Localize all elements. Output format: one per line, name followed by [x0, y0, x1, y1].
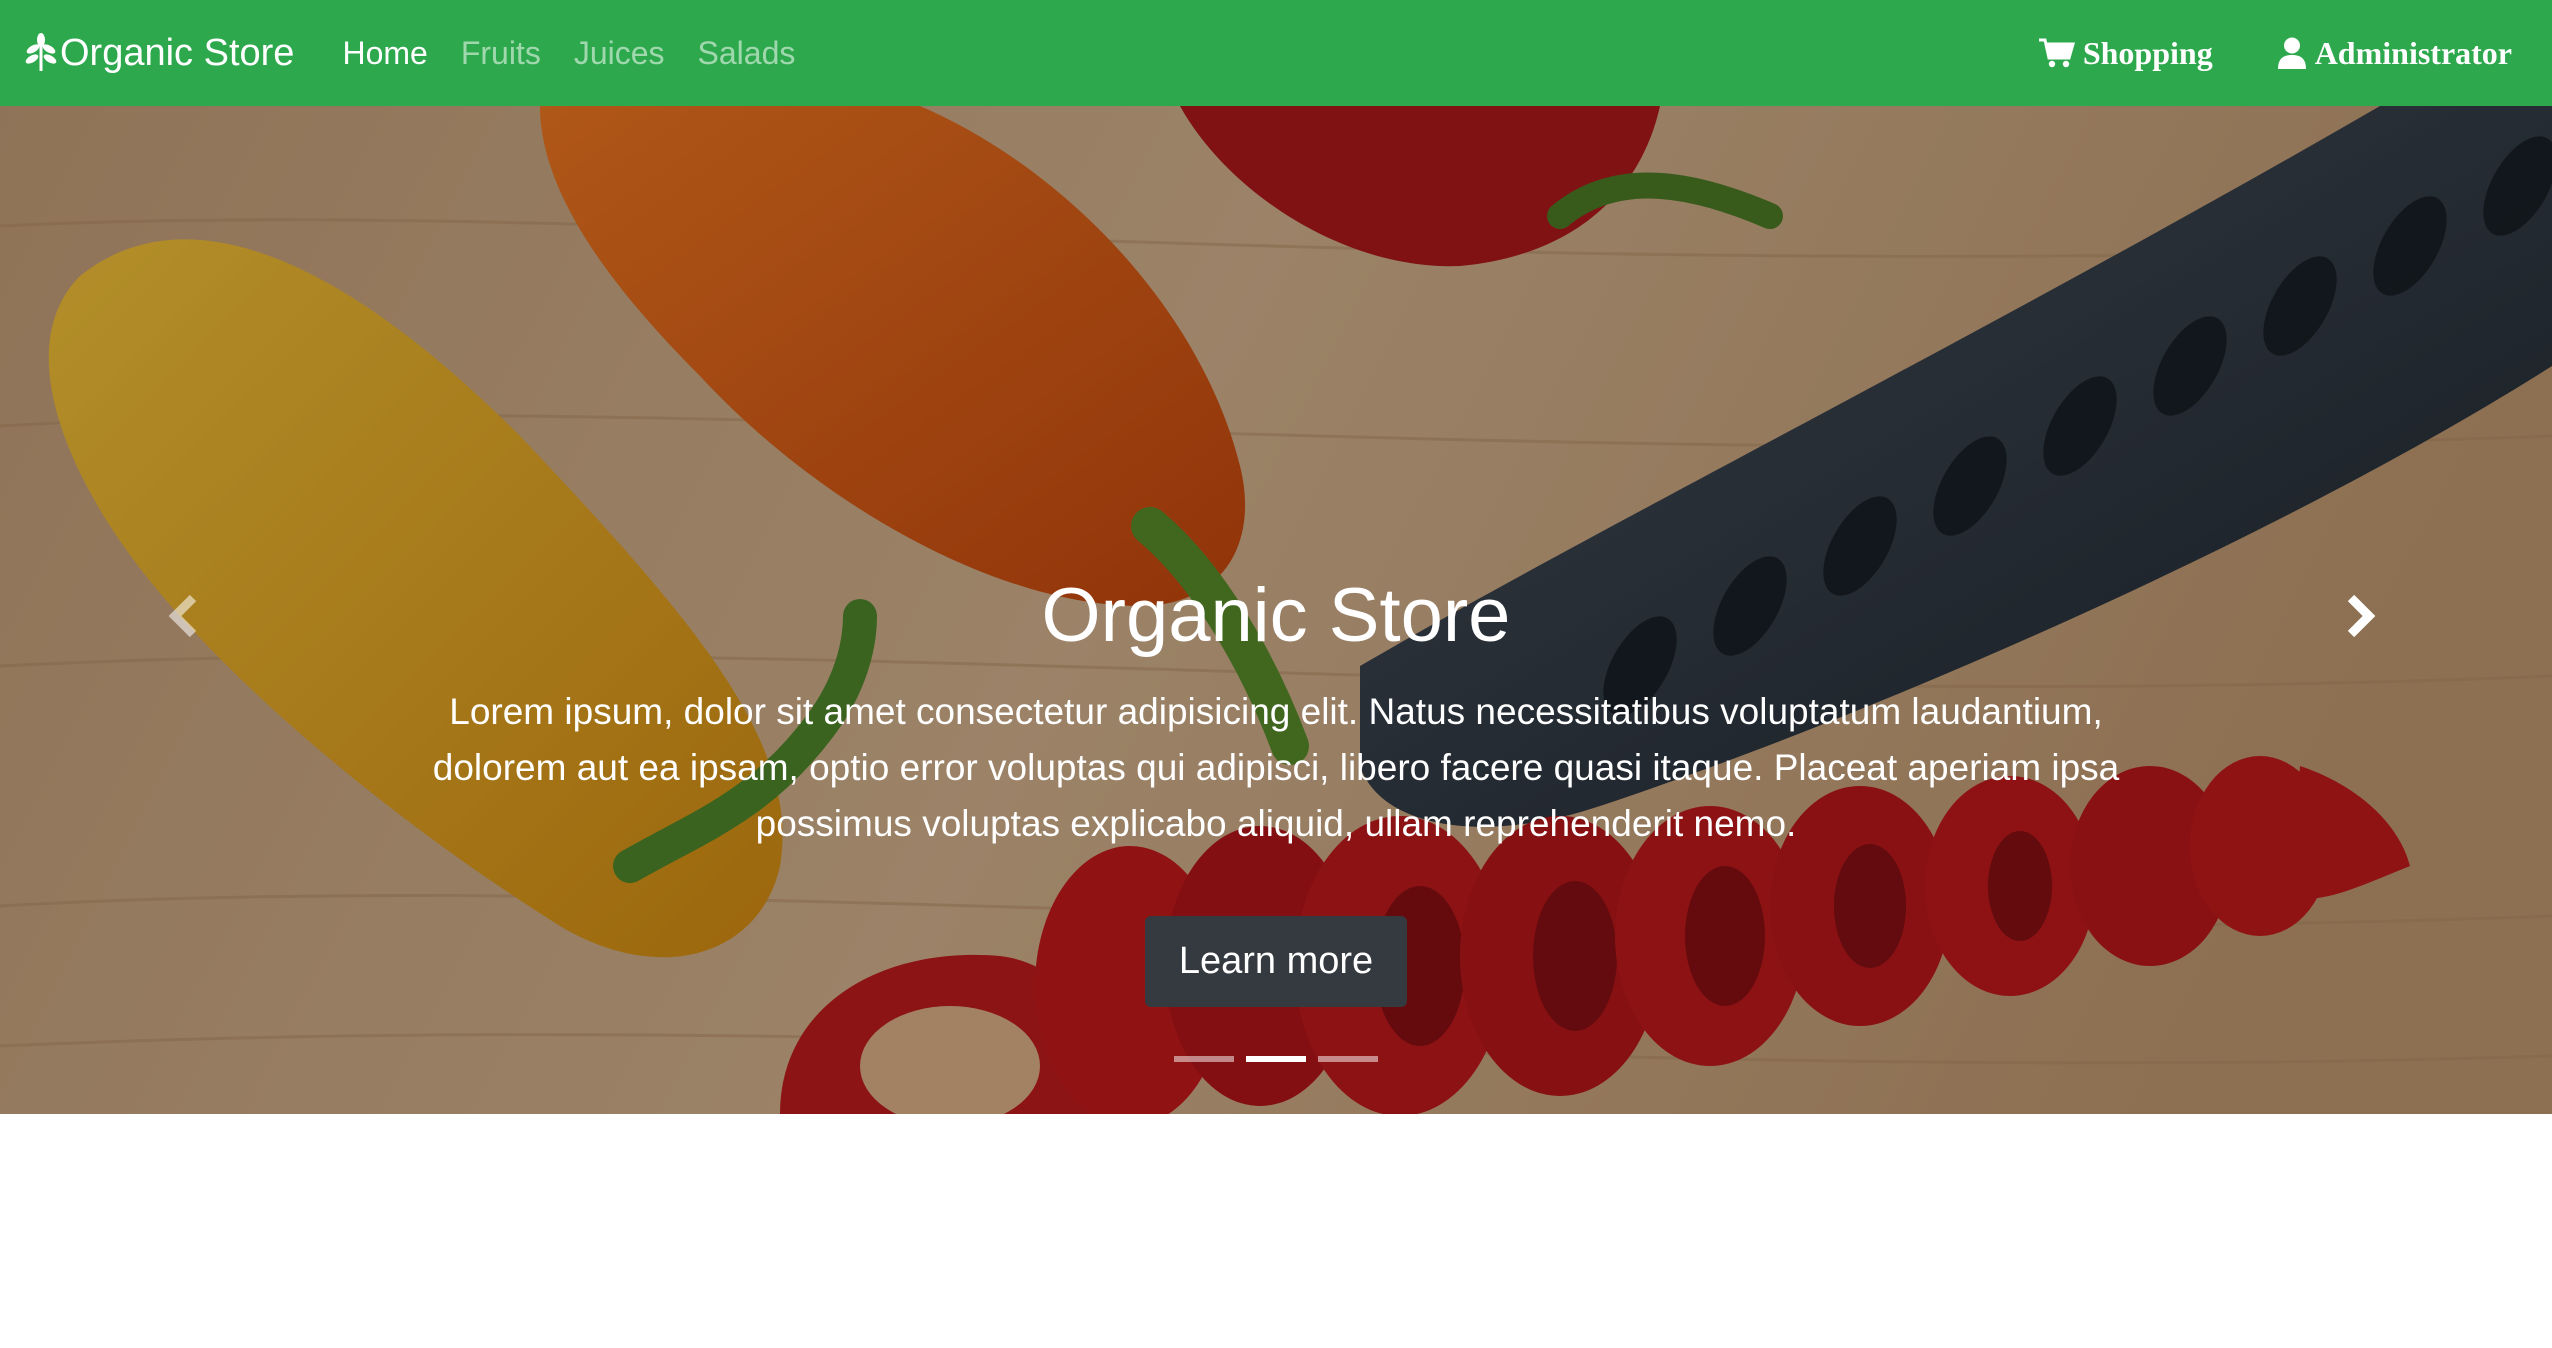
carousel-text: Lorem ipsum, dolor sit amet consectetur …	[432, 691, 2120, 844]
nav-right: Shopping Administrator	[1975, 35, 2528, 72]
shopping-link[interactable]: Shopping	[2038, 34, 2213, 72]
nav-links: Home Fruits Juices Salads	[342, 35, 828, 72]
brand-link[interactable]: Organic Store	[24, 32, 294, 75]
hero-carousel: Organic Store Lorem ipsum, dolor sit ame…	[0, 106, 2552, 1114]
administrator-label: Administrator	[2314, 34, 2512, 71]
user-icon	[2277, 37, 2306, 69]
navbar: Organic Store Home Fruits Juices Salads …	[0, 0, 2552, 106]
carousel-indicator-3[interactable]	[1318, 1056, 1378, 1062]
nav-link-juices[interactable]: Juices	[574, 35, 665, 72]
brand-name: Organic Store	[60, 31, 295, 74]
nav-link-fruits[interactable]: Fruits	[461, 35, 541, 72]
administrator-link[interactable]: Administrator	[2277, 35, 2512, 72]
learn-more-button[interactable]: Learn more	[1144, 916, 1408, 1007]
carousel-caption: Organic Store Lorem ipsum, dolor sit ame…	[0, 566, 2552, 1007]
nav-link-salads[interactable]: Salads	[698, 35, 796, 72]
shopping-cart-icon	[2038, 38, 2075, 68]
carousel-indicator-1[interactable]	[1174, 1056, 1234, 1062]
carousel-indicator-2[interactable]	[1246, 1056, 1306, 1062]
carousel-indicators	[0, 1056, 2552, 1062]
leaf-icon	[25, 33, 57, 71]
nav-link-home[interactable]: Home	[342, 35, 427, 72]
carousel-title: Organic Store	[1041, 573, 1511, 658]
shopping-label: Shopping	[2082, 34, 2213, 71]
